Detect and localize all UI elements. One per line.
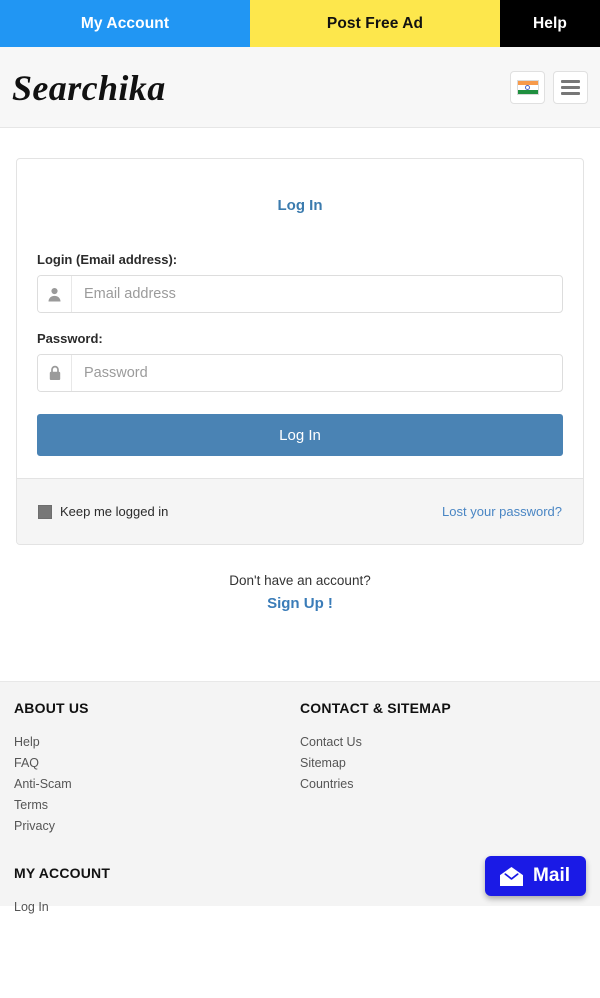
signup-link[interactable]: Sign Up ! — [16, 595, 584, 612]
nav-post-free-ad[interactable]: Post Free Ad — [250, 0, 500, 47]
signup-question: Don't have an account? — [229, 573, 371, 588]
top-navigation-bar: My Account Post Free Ad Help — [0, 0, 600, 47]
login-card-title[interactable]: Log In — [37, 197, 563, 214]
footer-link-countries[interactable]: Countries — [300, 774, 586, 795]
site-header: Searchika — [0, 47, 600, 128]
header-buttons — [510, 71, 588, 104]
main-content: Log In Login (Email address): Password: — [0, 158, 600, 612]
password-input-group[interactable] — [37, 354, 563, 392]
signup-block: Don't have an account? Sign Up ! — [16, 573, 584, 612]
envelope-icon — [498, 866, 525, 887]
mail-button-label: Mail — [533, 865, 570, 886]
password-label: Password: — [37, 331, 103, 346]
login-card-body: Log In Login (Email address): Password: — [17, 159, 583, 478]
footer-column-about: ABOUT US Help FAQ Anti-Scam Terms Privac… — [14, 700, 300, 837]
footer-link-terms[interactable]: Terms — [14, 795, 300, 816]
nav-help[interactable]: Help — [500, 0, 600, 47]
hamburger-menu-icon — [561, 80, 580, 95]
lost-password-link[interactable]: Lost your password? — [442, 504, 562, 519]
menu-toggle-button[interactable] — [553, 71, 588, 104]
footer-link-anti-scam[interactable]: Anti-Scam — [14, 774, 300, 795]
india-flag-icon — [516, 80, 539, 95]
mail-button[interactable]: Mail — [485, 856, 586, 896]
keep-logged-in-row[interactable]: Keep me logged in — [38, 504, 168, 519]
login-card: Log In Login (Email address): Password: — [16, 158, 584, 545]
keep-logged-in-label: Keep me logged in — [60, 504, 169, 519]
footer-link-privacy[interactable]: Privacy — [14, 816, 300, 837]
keep-logged-in-checkbox[interactable] — [38, 504, 52, 519]
site-logo[interactable]: Searchika — [12, 66, 166, 110]
login-submit-button[interactable]: Log In — [37, 414, 563, 456]
footer-link-sitemap[interactable]: Sitemap — [300, 753, 586, 774]
nav-my-account[interactable]: My Account — [0, 0, 250, 47]
footer-link-log-in[interactable]: Log In — [14, 897, 586, 918]
flag-chakra-icon — [525, 85, 530, 90]
flag-stripe-green — [517, 89, 538, 94]
password-input[interactable] — [72, 355, 562, 391]
email-label: Login (Email address): — [37, 252, 178, 267]
footer-heading-contact: CONTACT & SITEMAP — [300, 700, 451, 716]
language-flag-button[interactable] — [510, 71, 545, 104]
footer-link-faq[interactable]: FAQ — [14, 753, 300, 774]
footer-columns: ABOUT US Help FAQ Anti-Scam Terms Privac… — [14, 700, 586, 837]
page: My Account Post Free Ad Help Searchika L… — [0, 0, 600, 998]
user-icon — [38, 276, 72, 312]
footer-heading-about: ABOUT US — [14, 700, 89, 716]
footer-link-contact-us[interactable]: Contact Us — [300, 732, 586, 753]
footer-column-contact: CONTACT & SITEMAP Contact Us Sitemap Cou… — [300, 700, 586, 837]
footer-link-help[interactable]: Help — [14, 732, 300, 753]
login-card-footer: Keep me logged in Lost your password? — [17, 478, 583, 544]
email-input[interactable] — [72, 276, 562, 312]
email-input-group[interactable] — [37, 275, 563, 313]
lock-icon — [38, 355, 72, 391]
